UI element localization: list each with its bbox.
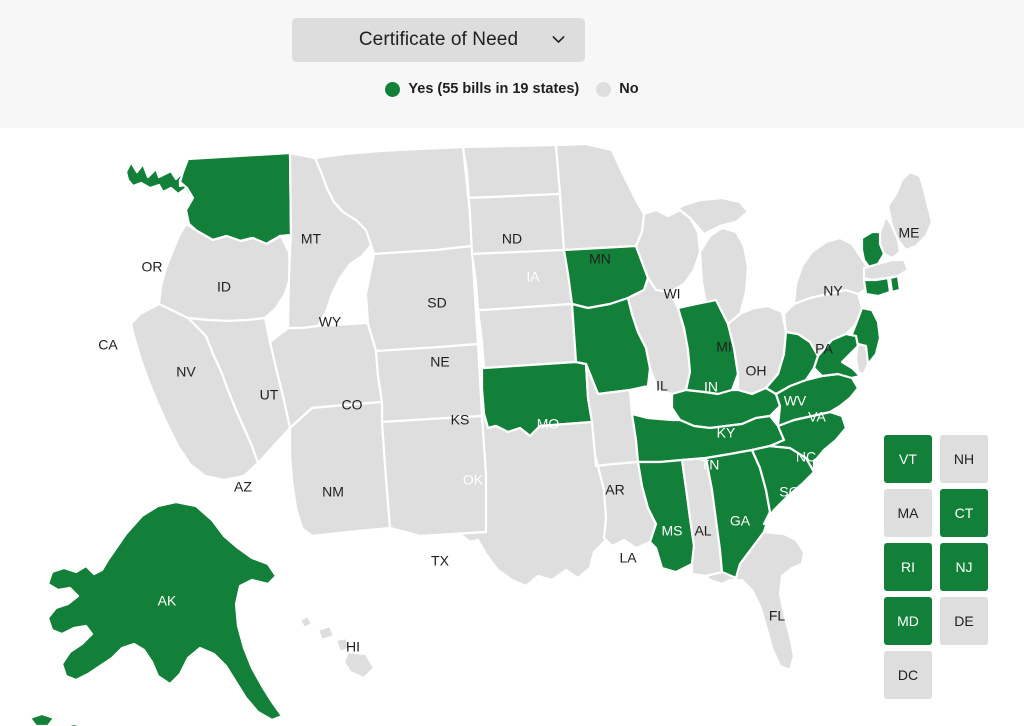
state-NM[interactable] xyxy=(380,414,492,538)
state-label-LA: LA xyxy=(619,550,637,566)
state-RI-sm[interactable] xyxy=(888,274,902,294)
state-label-WA: WA xyxy=(160,196,183,212)
state-box-CT[interactable]: CT xyxy=(940,489,988,537)
state-box-DC[interactable]: DC xyxy=(884,651,932,699)
state-box-label-CT: CT xyxy=(954,505,974,521)
state-box-label-MA: MA xyxy=(897,505,919,521)
header-band: Certificate of Need Yes (55 bills in 19 … xyxy=(0,0,1024,128)
state-DE-sm[interactable] xyxy=(854,342,870,376)
state-KS[interactable] xyxy=(476,302,578,370)
state-box-label-MD: MD xyxy=(897,613,919,629)
state-label-OR: OR xyxy=(142,259,163,275)
choropleth-map-widget: Certificate of Need Yes (55 bills in 19 … xyxy=(0,0,1024,726)
state-CO[interactable] xyxy=(374,342,484,424)
legend-item-yes[interactable]: Yes (55 bills in 19 states) xyxy=(385,81,579,97)
state-MN[interactable] xyxy=(554,142,646,252)
state-label-CA: CA xyxy=(98,337,118,353)
state-CT-sm[interactable] xyxy=(862,276,892,298)
state-box-label-DE: DE xyxy=(954,613,974,629)
us-states-map: ALAKAZ ARCACOFLGAHIIDIL INIAKSKYLAMEMIMNMS… xyxy=(28,142,934,726)
state-box-label-DC: DC xyxy=(897,667,919,683)
state-AZ[interactable] xyxy=(288,400,392,538)
legend: Yes (55 bills in 19 states) No xyxy=(0,76,1024,102)
legend-label-no: No xyxy=(619,81,639,97)
legend-item-no[interactable]: No xyxy=(596,81,639,97)
legend-swatch-no xyxy=(596,81,612,97)
state-AK[interactable] xyxy=(46,500,284,722)
map-canvas: AL AK AZ AR CA CO FL GA HI ID IL IN IA KS KY LA ME MI MN MS… xyxy=(0,128,1024,726)
small-state-box-grid: VT NH MA CT RI NJ MD DE DC xyxy=(884,435,1012,701)
state-box-DE[interactable]: DE xyxy=(940,597,988,645)
state-HI-4[interactable] xyxy=(342,650,376,680)
legend-label-yes: Yes (55 bills in 19 states) xyxy=(408,81,580,97)
metric-dropdown[interactable]: Certificate of Need xyxy=(292,18,585,62)
state-box-NJ[interactable]: NJ xyxy=(940,543,988,591)
state-AK-isl1[interactable] xyxy=(28,712,56,726)
metric-dropdown-label: Certificate of Need xyxy=(358,29,519,50)
state-box-RI[interactable]: RI xyxy=(884,543,932,591)
state-HI[interactable] xyxy=(298,614,314,630)
state-box-label-NH: NH xyxy=(953,451,975,467)
state-label-TX: TX xyxy=(431,553,450,569)
chevron-down-icon xyxy=(551,32,566,47)
state-WY[interactable] xyxy=(364,244,480,353)
state-label-AZ: AZ xyxy=(234,479,252,495)
state-box-label-NJ: NJ xyxy=(955,559,973,575)
state-box-VT[interactable]: VT xyxy=(884,435,932,483)
state-box-MA[interactable]: MA xyxy=(884,489,932,537)
state-box-label-VT: VT xyxy=(899,451,917,467)
state-box-NH[interactable]: NH xyxy=(940,435,988,483)
state-HI-3[interactable] xyxy=(334,636,352,654)
state-box-MD[interactable]: MD xyxy=(884,597,932,645)
legend-swatch-yes xyxy=(385,81,401,97)
state-NE[interactable] xyxy=(470,248,574,312)
state-ND[interactable] xyxy=(461,143,562,200)
state-HI-2[interactable] xyxy=(316,624,336,642)
state-box-label-RI: RI xyxy=(901,559,915,575)
